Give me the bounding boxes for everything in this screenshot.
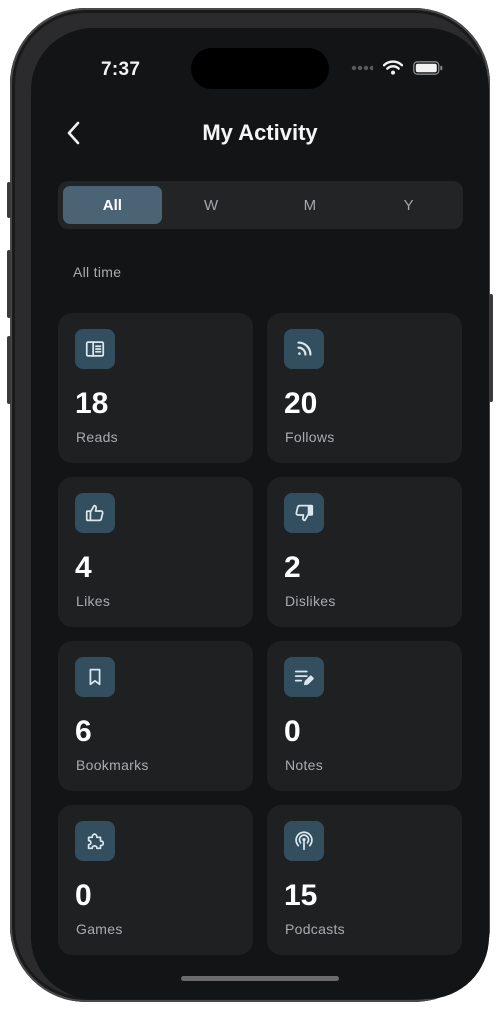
- stats-grid: 18 Reads 20 Follows 4 Likes 2 Dislikes 6…: [58, 313, 463, 955]
- note-edit-icon: [284, 657, 324, 697]
- thumbs-up-icon: [75, 493, 115, 533]
- stat-card-podcasts[interactable]: 15 Podcasts: [267, 805, 462, 955]
- status-icons: [351, 60, 443, 75]
- stat-label: Games: [76, 921, 123, 937]
- page-title: My Activity: [202, 120, 318, 145]
- battery-icon: [413, 60, 443, 75]
- segment-year[interactable]: Y: [359, 186, 458, 224]
- reader-icon: [75, 329, 115, 369]
- stat-card-bookmarks[interactable]: 6 Bookmarks: [58, 641, 253, 791]
- stat-count: 6: [75, 715, 92, 748]
- stat-count: 0: [284, 715, 301, 748]
- puzzle-icon: [75, 821, 115, 861]
- stat-count: 15: [284, 879, 318, 912]
- stat-count: 4: [75, 551, 92, 584]
- period-label: All time: [73, 264, 122, 280]
- thumbs-down-icon: [284, 493, 324, 533]
- volume-up-button: [7, 250, 11, 318]
- stat-label: Notes: [285, 757, 324, 773]
- action-button: [7, 182, 11, 218]
- stat-label: Podcasts: [285, 921, 345, 937]
- home-indicator[interactable]: [181, 976, 339, 981]
- stat-card-notes[interactable]: 0 Notes: [267, 641, 462, 791]
- podcast-icon: [284, 821, 324, 861]
- segment-month[interactable]: M: [261, 186, 360, 224]
- stat-card-dislikes[interactable]: 2 Dislikes: [267, 477, 462, 627]
- stat-label: Reads: [76, 429, 118, 445]
- segment-all[interactable]: All: [63, 186, 162, 224]
- period-segmented-control: All W M Y: [58, 181, 463, 229]
- wifi-icon: [383, 60, 403, 75]
- navigation-bar: My Activity: [31, 112, 489, 154]
- stat-count: 2: [284, 551, 301, 584]
- signal-dots-icon: [351, 65, 373, 70]
- stat-label: Dislikes: [285, 593, 336, 609]
- volume-down-button: [7, 336, 11, 404]
- stat-card-games[interactable]: 0 Games: [58, 805, 253, 955]
- stat-count: 20: [284, 387, 318, 420]
- stat-card-follows[interactable]: 20 Follows: [267, 313, 462, 463]
- bookmark-icon: [75, 657, 115, 697]
- stat-label: Likes: [76, 593, 111, 609]
- stat-label: Bookmarks: [76, 757, 149, 773]
- phone-frame: 7:37 My Activity All W M Y All time 18 R…: [7, 8, 493, 1002]
- stat-card-reads[interactable]: 18 Reads: [58, 313, 253, 463]
- segment-week[interactable]: W: [162, 186, 261, 224]
- power-button: [489, 294, 493, 402]
- stat-label: Follows: [285, 429, 335, 445]
- status-time: 7:37: [101, 59, 141, 80]
- rss-icon: [284, 329, 324, 369]
- stat-count: 18: [75, 387, 109, 420]
- dynamic-island: [191, 48, 329, 89]
- status-bar: 7:37: [31, 28, 489, 108]
- stat-card-likes[interactable]: 4 Likes: [58, 477, 253, 627]
- screen: 7:37 My Activity All W M Y All time 18 R…: [31, 28, 489, 999]
- stat-count: 0: [75, 879, 92, 912]
